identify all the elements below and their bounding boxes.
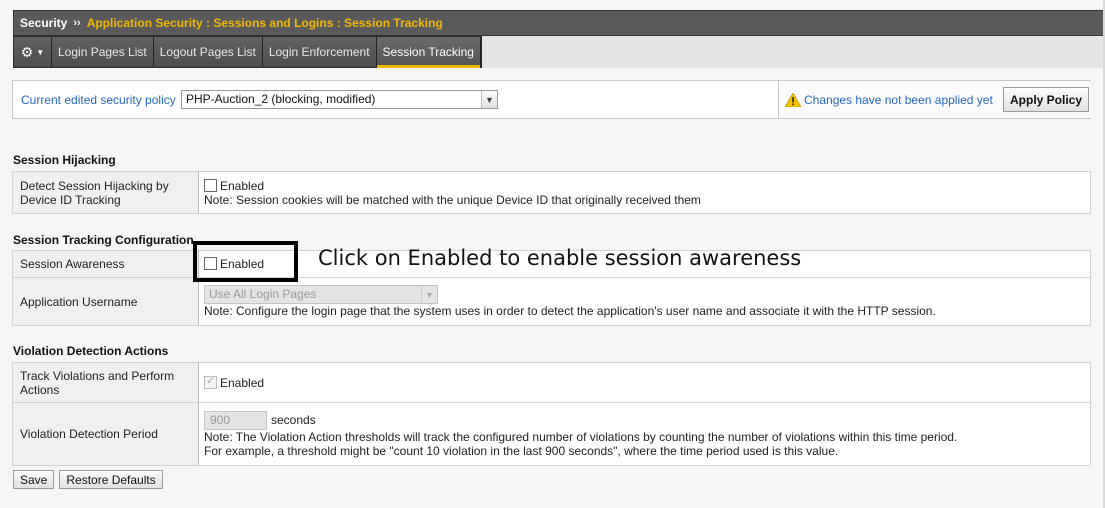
gear-icon: ⚙: [20, 43, 34, 60]
violation-detection-table: Track Violations and Perform Actions Ena…: [12, 362, 1091, 466]
apply-policy-button[interactable]: Apply Policy: [1003, 87, 1090, 112]
period-note-2: For example, a threshold might be "count…: [204, 443, 839, 458]
application-username-select[interactable]: Use All Login Pages ▼: [204, 285, 438, 304]
chevron-down-icon: ▼: [421, 286, 437, 303]
session-hijacking-table: Detect Session Hijacking by Device ID Tr…: [12, 171, 1091, 214]
table-row: Violation Detection Period 900 seconds No…: [12, 402, 1091, 466]
policy-select[interactable]: PHP-Auction_2 (blocking, modified) ▼: [181, 90, 498, 109]
row-label: Session Awareness: [12, 250, 199, 278]
breadcrumb-root[interactable]: Security: [20, 16, 67, 30]
tab-logout-pages-list[interactable]: Logout Pages List: [153, 37, 263, 67]
warning-triangle-icon: [785, 93, 801, 107]
section-title-session-hijacking: Session Hijacking: [13, 153, 116, 167]
breadcrumb: Security ›› Application Security : Sessi…: [13, 10, 1104, 36]
row-value: Use All Login Pages ▼ Note: Configure th…: [198, 277, 1091, 326]
form-actions: Save Restore Defaults: [13, 470, 163, 489]
checkbox-label: Enabled: [220, 257, 265, 271]
tab-bar: ⚙ ▼ Login Pages List Logout Pages List Lo…: [13, 36, 1104, 68]
row-value: 900 seconds Note: The Violation Action th…: [198, 402, 1091, 466]
table-row: Application Username Use All Login Pages…: [12, 277, 1091, 326]
hijacking-enabled-checkbox[interactable]: [204, 178, 217, 192]
row-label: Violation Detection Period: [12, 402, 199, 466]
changes-not-applied-link[interactable]: Changes have not been applied yet: [804, 93, 993, 107]
save-button[interactable]: Save: [13, 470, 55, 489]
track-violations-checkbox[interactable]: [204, 374, 217, 389]
restore-defaults-button[interactable]: Restore Defaults: [59, 470, 163, 489]
tab-login-enforcement[interactable]: Login Enforcement: [262, 37, 377, 67]
chevron-down-icon: ▼: [36, 47, 45, 57]
policy-status-box: Changes have not been applied yet Apply …: [778, 81, 1091, 118]
checkbox-label: Enabled: [220, 375, 265, 390]
breadcrumb-separator: ››: [73, 17, 81, 29]
hijacking-note: Note: Session cookies will be matched wi…: [204, 192, 701, 207]
annotation-text: Click on Enabled to enable session aware…: [318, 246, 802, 270]
breadcrumb-path: Application Security : Sessions and Logi…: [86, 16, 443, 30]
chevron-down-icon: ▼: [481, 91, 497, 108]
username-note: Note: Configure the login page that the …: [204, 304, 936, 318]
checkbox-label: Enabled: [220, 178, 265, 193]
table-row: Detect Session Hijacking by Device ID Tr…: [12, 171, 1091, 214]
select-value: Use All Login Pages: [209, 287, 317, 301]
row-value: Enabled Note: Session cookies will be ma…: [198, 171, 1091, 214]
section-title-violation-detection: Violation Detection Actions: [13, 344, 169, 358]
tab-group: ⚙ ▼ Login Pages List Logout Pages List Lo…: [13, 36, 482, 68]
period-note-1: Note: The Violation Action thresholds wi…: [204, 429, 958, 444]
settings-menu-button[interactable]: ⚙ ▼: [14, 37, 52, 67]
row-label: Track Violations and Perform Actions: [12, 362, 199, 403]
policy-bar: Current edited security policy PHP-Aucti…: [12, 80, 1091, 119]
tab-login-pages-list[interactable]: Login Pages List: [52, 37, 154, 67]
row-label: Detect Session Hijacking by Device ID Tr…: [12, 171, 199, 214]
detection-period-input[interactable]: 900: [204, 410, 267, 430]
period-unit: seconds: [271, 412, 316, 427]
section-title-session-tracking: Session Tracking Configuration: [13, 233, 194, 247]
policy-select-value: PHP-Auction_2 (blocking, modified): [186, 92, 376, 106]
session-awareness-checkbox[interactable]: [204, 257, 217, 270]
row-value: Enabled: [198, 362, 1091, 403]
tab-session-tracking[interactable]: Session Tracking: [376, 37, 481, 68]
table-row: Track Violations and Perform Actions Ena…: [12, 362, 1091, 403]
policy-label[interactable]: Current edited security policy: [21, 93, 176, 107]
row-label: Application Username: [12, 277, 199, 326]
